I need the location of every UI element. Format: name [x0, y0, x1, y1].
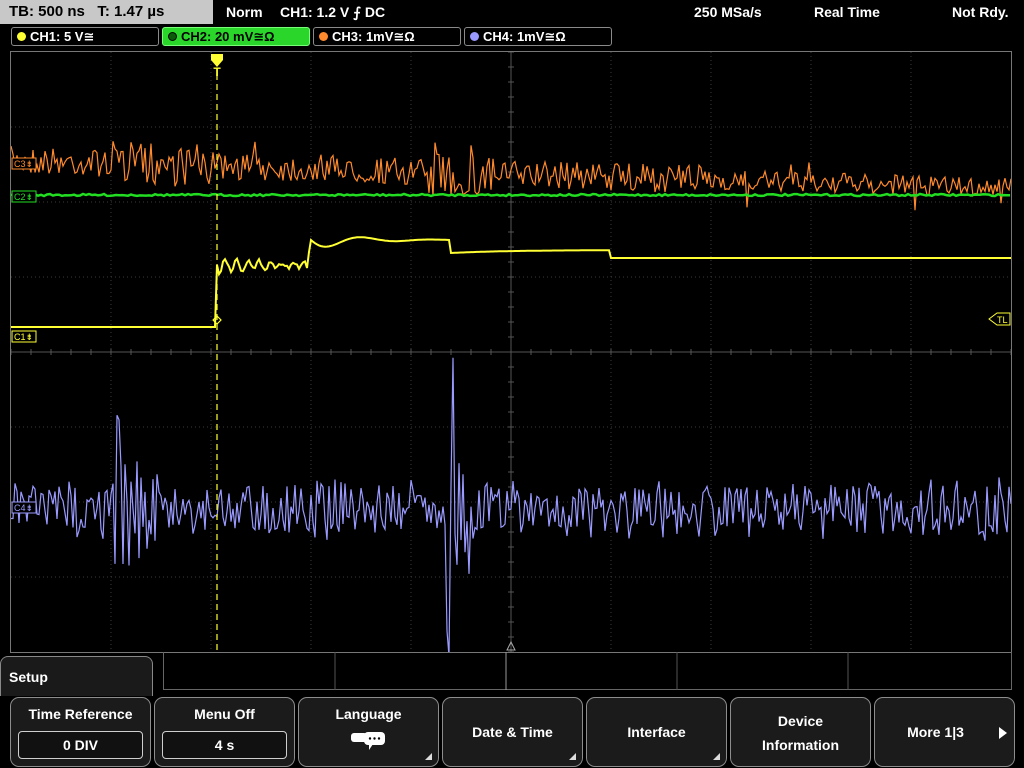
channel-2-label: CH2: 20 mV≅Ω [181, 29, 275, 44]
more-softkey[interactable]: More 1|3 [874, 697, 1015, 767]
channel-1-marker: C1⇟ [11, 330, 37, 343]
device-information-softkey[interactable]: Device Information [730, 697, 871, 767]
language-label: Language [335, 706, 402, 722]
channel-1-label: CH1: 5 V≅ [30, 29, 95, 44]
channel-4-label: CH4: 1mV≅Ω [483, 29, 566, 44]
waveform-svg: T C3⇟ C2⇟ C1⇟ C4⇟ TL [11, 52, 1011, 652]
status-bar: TB: 500 ns T: 1.47 µs Norm CH1: 1.2 V ⨍ … [0, 0, 1024, 24]
language-submenu-icon [425, 753, 432, 760]
timebase: TB: 500 ns [9, 3, 85, 20]
channel-2-badge[interactable]: CH2: 20 mV≅Ω [162, 27, 310, 46]
channel-1-dot-icon [17, 32, 26, 41]
channel-2-marker: C2⇟ [11, 190, 37, 203]
device-information-line1: Device [777, 713, 824, 729]
acquisition-mode: Real Time [814, 4, 880, 20]
channel-2-waveform [11, 192, 1011, 198]
channel-3-marker-label: C3⇟ [14, 159, 33, 169]
channel-1-marker-label: C1⇟ [14, 332, 33, 342]
trigger-level-marker: TL [988, 312, 1011, 326]
channel-4-badge[interactable]: CH4: 1mV≅Ω [464, 27, 612, 46]
channel-3-label: CH3: 1mV≅Ω [332, 29, 415, 44]
waveform-display[interactable]: T C3⇟ C2⇟ C1⇟ C4⇟ TL [10, 51, 1012, 653]
date-time-softkey[interactable]: Date & Time [442, 697, 583, 767]
time-reference-value: 0 DIV [18, 731, 143, 759]
channel-1-badge[interactable]: CH1: 5 V≅ [11, 27, 159, 46]
menu-off-label: Menu Off [194, 706, 255, 722]
channel-3-badge[interactable]: CH3: 1mV≅Ω [313, 27, 461, 46]
channel-4-marker: C4⇟ [11, 501, 37, 514]
graticule-grid [11, 52, 1011, 652]
timebase-box[interactable]: TB: 500 ns T: 1.47 µs [0, 0, 213, 24]
language-softkey[interactable]: Language [298, 697, 439, 767]
date-time-label: Date & Time [472, 724, 553, 740]
menu-off-softkey[interactable]: Menu Off 4 s [154, 697, 295, 767]
trigger-time: T: 1.47 µs [97, 3, 165, 20]
channel-2-marker-label: C2⇟ [14, 192, 33, 202]
info-strip [163, 652, 1012, 690]
interface-label: Interface [627, 724, 686, 740]
trigger-mode[interactable]: Norm [226, 0, 263, 24]
channel-4-dot-icon [470, 32, 479, 41]
channel-3-marker: C3⇟ [11, 157, 37, 170]
channel-bar: CH1: 5 V≅ CH2: 20 mV≅Ω CH3: 1mV≅Ω CH4: 1… [0, 25, 1024, 49]
arrow-right-icon [999, 727, 1007, 739]
speech-bubbles-icon [351, 732, 385, 750]
channel-2-dot-icon [168, 32, 177, 41]
interface-softkey[interactable]: Interface [586, 697, 727, 767]
trigger-level-label: TL [997, 315, 1008, 325]
channel-4-marker-label: C4⇟ [14, 503, 33, 513]
trigger-info[interactable]: CH1: 1.2 V ⨍ DC [280, 0, 385, 24]
time-reference-label: Time Reference [28, 706, 133, 722]
date-time-submenu-icon [569, 753, 576, 760]
device-information-line2: Information [762, 737, 839, 753]
sample-rate: 250 MSa/s [694, 4, 762, 20]
menu-title: Setup [0, 656, 153, 696]
interface-submenu-icon [713, 753, 720, 760]
menu-off-value: 4 s [162, 731, 287, 759]
acquisition-state: Not Rdy. [952, 4, 1009, 20]
trigger-pos-label: T [213, 65, 221, 79]
trigger-position-marker: T [211, 54, 223, 79]
more-label: More 1|3 [907, 724, 964, 740]
time-reference-softkey[interactable]: Time Reference 0 DIV [10, 697, 151, 767]
channel-3-dot-icon [319, 32, 328, 41]
